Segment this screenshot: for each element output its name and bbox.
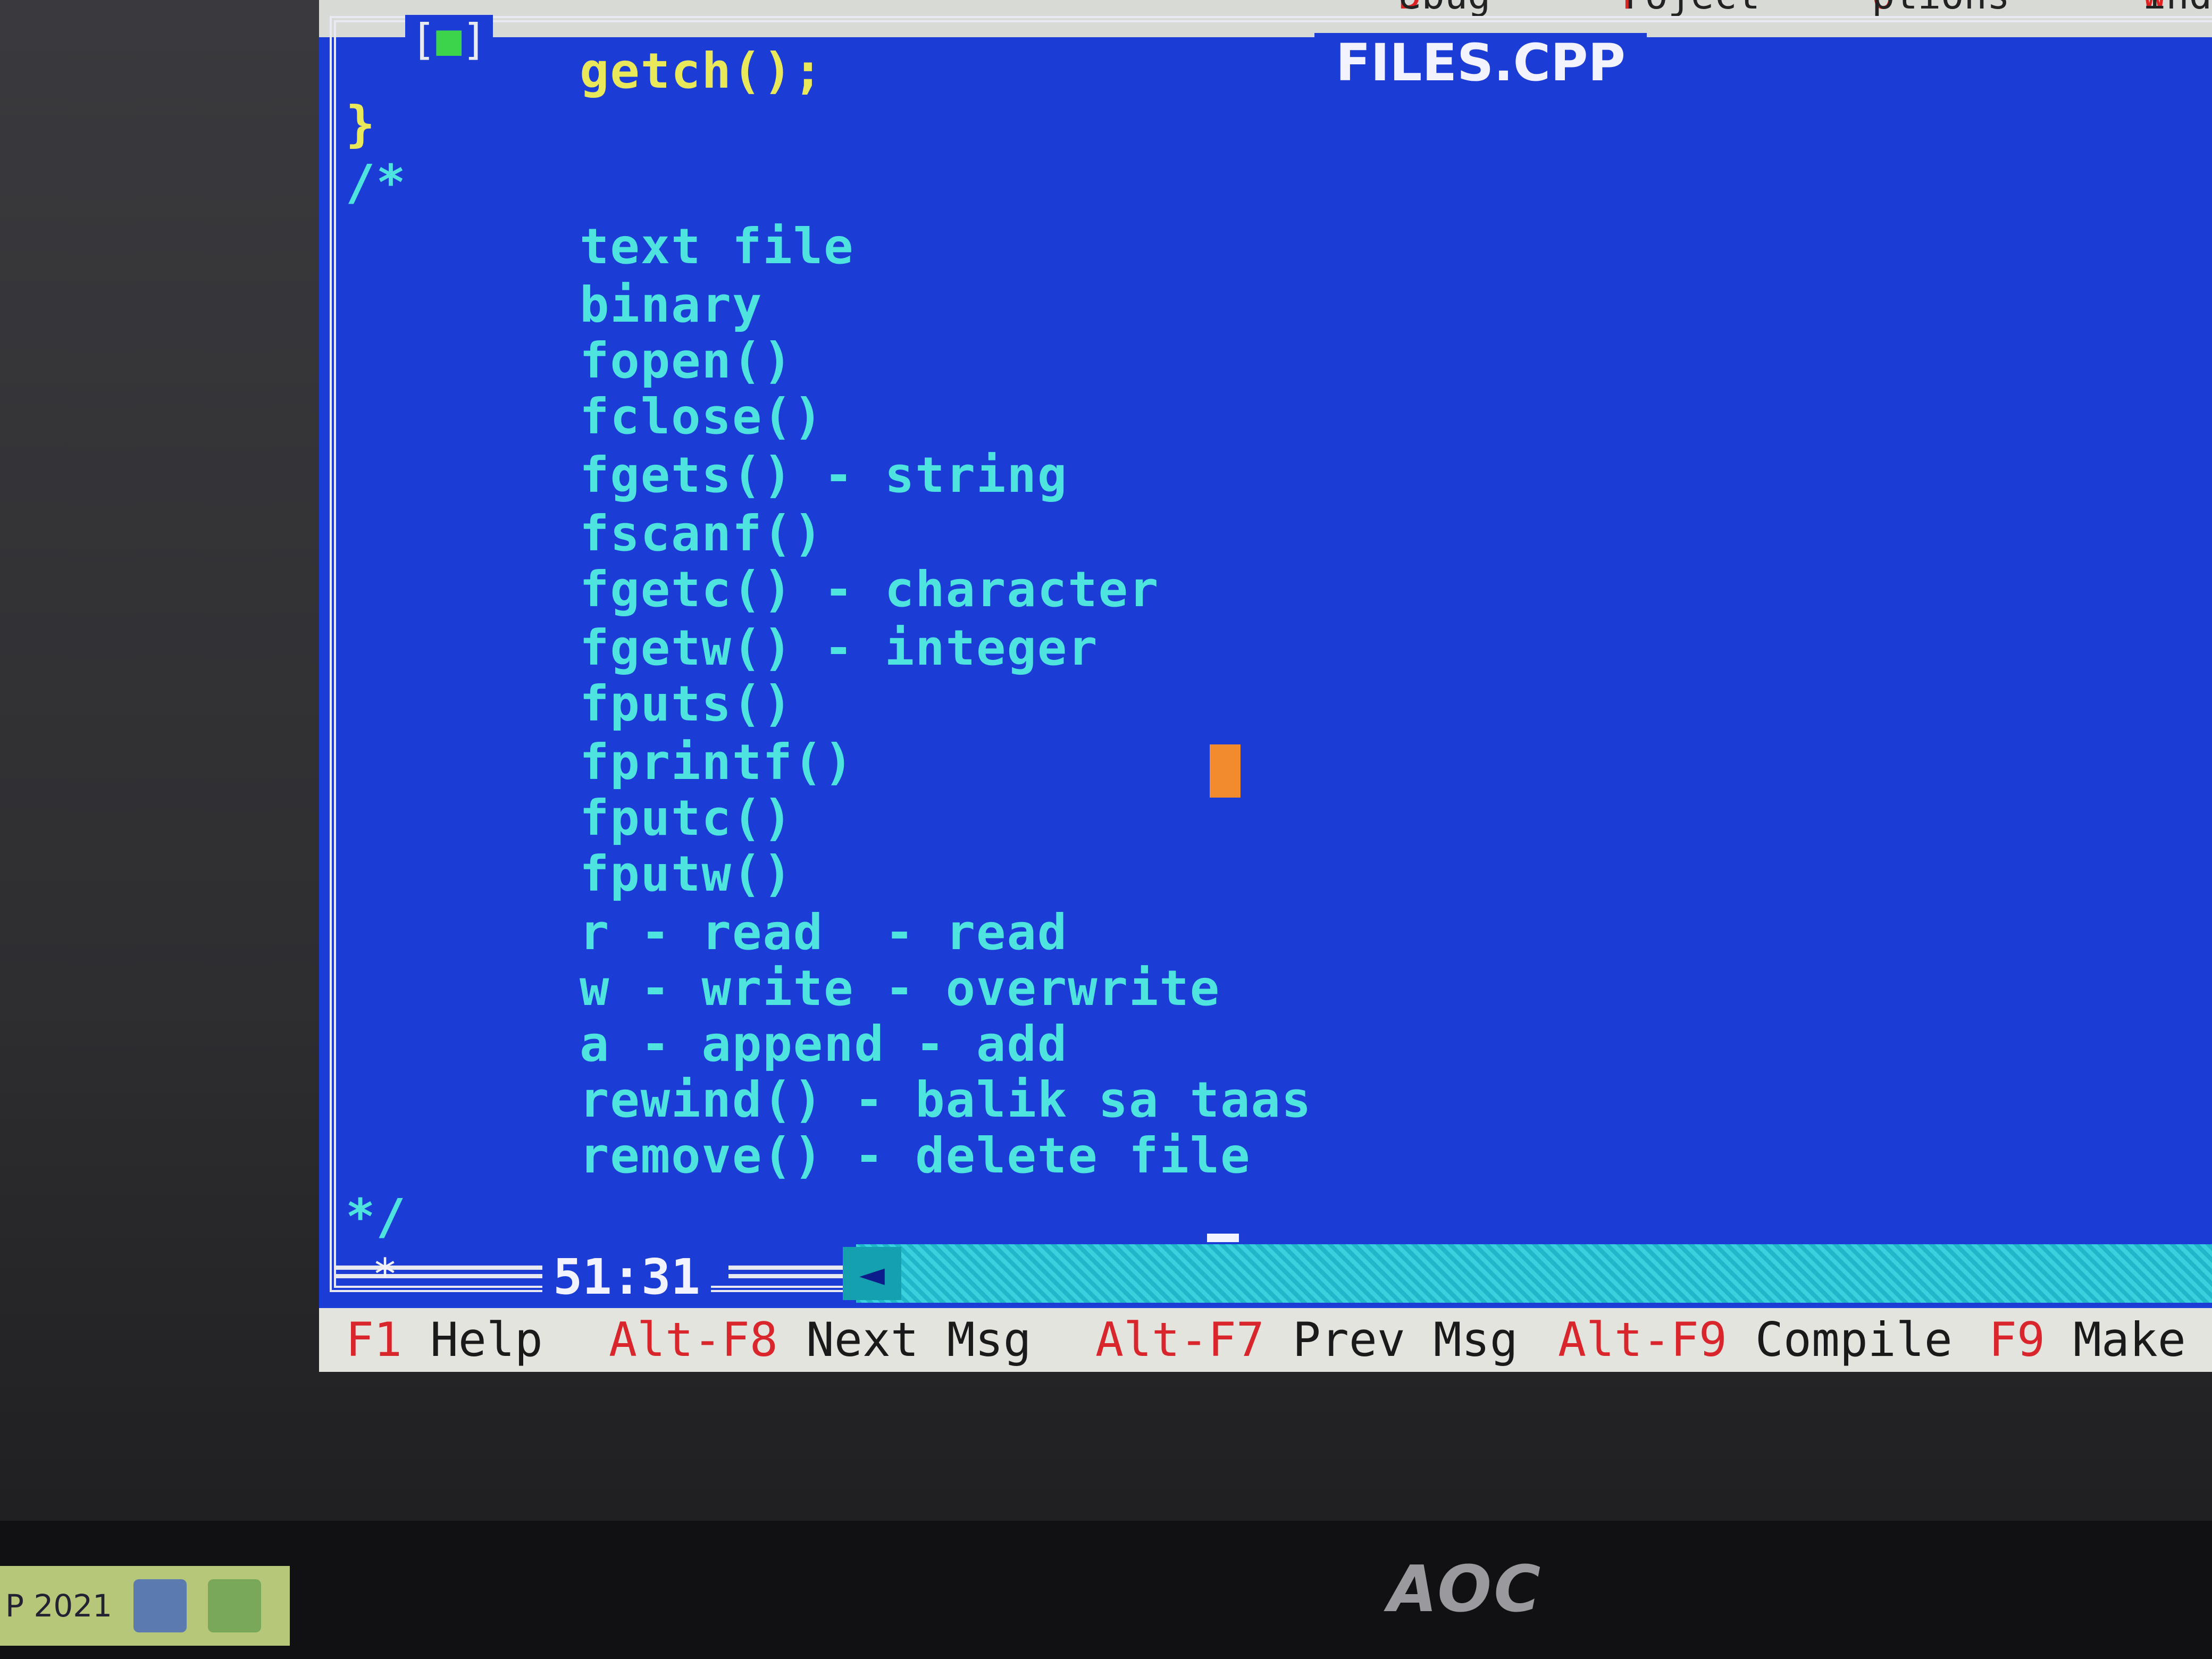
- hotkey-label: Help: [430, 1312, 543, 1367]
- code-line: fputc(): [580, 790, 793, 847]
- code-line: getch();: [580, 43, 824, 99]
- code-line: fgetc() - character: [580, 561, 1160, 618]
- monitor-bezel: [0, 1521, 2212, 1659]
- scroll-left-icon[interactable]: ◄: [843, 1247, 901, 1300]
- code-line: text file: [580, 218, 854, 275]
- code-line: fgets() - string: [580, 447, 1068, 504]
- code-line: w - write - overwrite: [580, 960, 1221, 1017]
- hotkey-key: Alt-F7: [1095, 1312, 1264, 1367]
- code-line: fclose(): [580, 388, 824, 445]
- code-line: fopen(): [580, 332, 793, 389]
- hotkey-make[interactable]: F9 Make: [1989, 1308, 2186, 1372]
- app-icon: [208, 1579, 262, 1632]
- code-line: fscanf(): [580, 505, 824, 562]
- monitor-brand-logo: AOC: [1388, 1553, 1543, 1627]
- hotkey-bar: F1 Help Alt-F8 Next Msg Alt-F7 Prev Msg …: [319, 1308, 2212, 1372]
- frame-divider: [335, 1266, 548, 1278]
- horizontal-scrollbar[interactable]: [856, 1244, 2212, 1303]
- hotkey-help[interactable]: F1 Help: [346, 1308, 543, 1372]
- code-line: fputs(): [580, 675, 793, 732]
- editor-status-line: * 51:31 ◄: [319, 1244, 2212, 1305]
- taskbar-text: P 2021: [5, 1588, 113, 1624]
- app-icon: [133, 1579, 187, 1632]
- code-line: */: [346, 1188, 407, 1245]
- cursor-position: 51:31: [542, 1249, 711, 1305]
- code-line: r - read - read: [580, 904, 1068, 961]
- text-cursor: [1210, 744, 1241, 798]
- frame-divider: [728, 1266, 856, 1278]
- editor-screen: Debug Project Options Window [■] FILES.C…: [319, 0, 2212, 1372]
- hotkey-prev-msg[interactable]: Alt-F7 Prev Msg: [1095, 1308, 1518, 1372]
- code-line: fgetw() - integer: [580, 619, 1099, 676]
- code-line: remove() - delete file: [580, 1127, 1251, 1184]
- code-line: }: [346, 96, 376, 153]
- hotkey-key: F1: [346, 1312, 402, 1367]
- modified-indicator: *: [372, 1250, 398, 1299]
- code-line: rewind() - balik sa taas: [580, 1071, 1312, 1128]
- hotkey-label: Compile: [1755, 1312, 1953, 1367]
- code-line: a - append - add: [580, 1016, 1068, 1073]
- hotkey-key: Alt-F8: [609, 1312, 778, 1367]
- hotkey-key: F9: [1989, 1312, 2045, 1367]
- code-area[interactable]: getch(); } /* text file binary fopen() f…: [319, 0, 2212, 1372]
- hotkey-label: Prev Msg: [1292, 1312, 1518, 1367]
- hotkey-label: Next Msg: [806, 1312, 1032, 1367]
- hotkey-compile[interactable]: Alt-F9 Compile: [1558, 1308, 1953, 1372]
- hotkey-key: Alt-F9: [1558, 1312, 1727, 1367]
- hotkey-label: Make: [2073, 1312, 2186, 1367]
- taskbar-thumbnail: P 2021: [0, 1566, 290, 1646]
- code-line: binary: [580, 276, 763, 333]
- end-marker: [1207, 1234, 1239, 1242]
- hotkey-next-msg[interactable]: Alt-F8 Next Msg: [609, 1308, 1032, 1372]
- code-line: /*: [346, 154, 407, 211]
- code-line: fprintf(): [580, 734, 854, 791]
- code-line: fputw(): [580, 845, 793, 902]
